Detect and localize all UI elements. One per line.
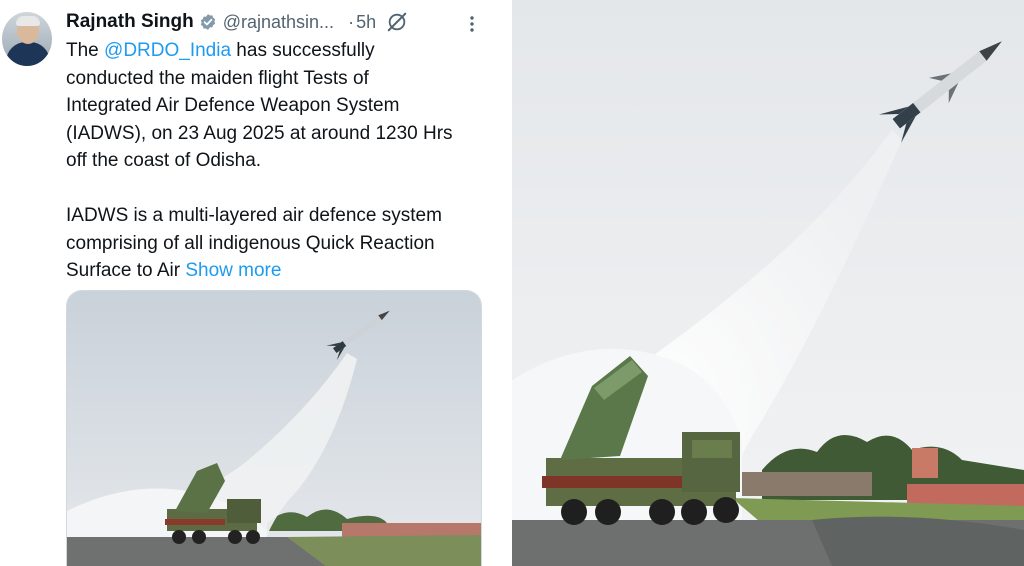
more-options-icon[interactable]: [462, 12, 482, 36]
author-handle[interactable]: @rajnathsin...: [223, 12, 334, 33]
tweet-text-segment: Surface to Air: [66, 260, 186, 281]
tweet-text-segment: The: [66, 40, 105, 61]
missile-launch-photo: [512, 0, 1024, 566]
tweet-text-line: comprising of all indigenous Quick React…: [66, 232, 435, 254]
tweet-header: Rajnath Singh @rajnathsin... · 5h: [66, 10, 408, 34]
tweet-timestamp[interactable]: 5h: [356, 12, 376, 33]
missile-launch-thumbnail: [67, 291, 481, 566]
tweet-text-segment: has successfully: [231, 40, 375, 61]
tweet-text-line: IADWS is a multi-layered air defence sys…: [66, 205, 442, 226]
show-more-link[interactable]: Show more: [185, 260, 281, 281]
time-separator: ·: [348, 11, 355, 32]
author-avatar[interactable]: [2, 12, 52, 66]
tweet-text-line: (IADWS), on 23 Aug 2025 at around 1230 H…: [66, 122, 453, 144]
missile-launch-photo-graphic: [512, 0, 1024, 566]
tweet-text-line: conducted the maiden flight Tests of: [66, 67, 369, 89]
verified-badge-icon: [200, 14, 215, 30]
author-name[interactable]: Rajnath Singh: [66, 11, 194, 33]
tweet-media-image[interactable]: [66, 290, 482, 566]
mention-link[interactable]: @DRDO_India: [104, 40, 231, 61]
tweet-text-line: off the coast of Odisha.: [66, 150, 262, 171]
grok-icon[interactable]: [386, 11, 408, 33]
tweet-card[interactable]: Rajnath Singh @rajnathsin... · 5h The @D…: [0, 0, 508, 566]
tweet-text: The @DRDO_India has successfully conduct…: [66, 37, 496, 285]
tweet-text-line: Integrated Air Defence Weapon System: [66, 95, 400, 116]
